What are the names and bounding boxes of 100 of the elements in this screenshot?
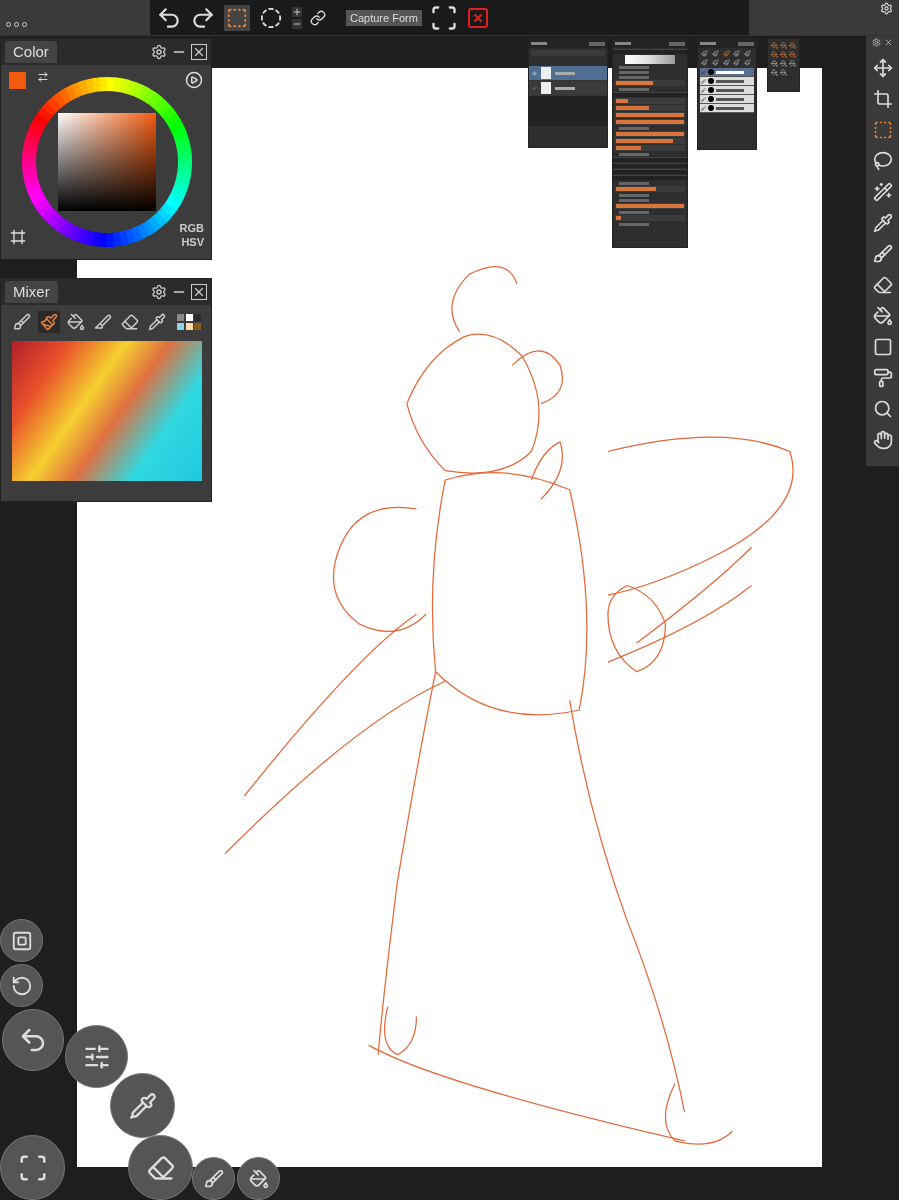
brush-preset-icon[interactable] bbox=[722, 59, 730, 66]
settings-icon[interactable] bbox=[151, 44, 167, 60]
eyedropper-icon[interactable] bbox=[872, 213, 893, 233]
brush-list-item[interactable] bbox=[700, 95, 754, 104]
slider-fill[interactable] bbox=[616, 106, 649, 110]
eyedropper-icon[interactable] bbox=[146, 311, 168, 333]
brush-preset-icon[interactable] bbox=[711, 59, 719, 66]
layer-row[interactable] bbox=[529, 66, 607, 81]
link-icon[interactable] bbox=[310, 9, 326, 26]
slider-fill[interactable] bbox=[616, 120, 684, 124]
brush-list-item[interactable] bbox=[700, 86, 754, 95]
paint-bucket-icon[interactable] bbox=[65, 311, 87, 333]
brush-list-item[interactable] bbox=[700, 104, 754, 113]
magic-wand-icon[interactable] bbox=[872, 182, 893, 202]
plus-icon[interactable] bbox=[292, 6, 302, 17]
tool-icon[interactable] bbox=[771, 60, 778, 67]
tool-icon[interactable] bbox=[780, 51, 787, 58]
close-icon[interactable] bbox=[191, 44, 207, 60]
saturation-value-square[interactable] bbox=[58, 113, 156, 211]
lasso-icon[interactable] bbox=[872, 151, 893, 171]
current-color-swatch[interactable] bbox=[9, 72, 26, 89]
tool-icon[interactable] bbox=[780, 69, 787, 76]
slider-fill[interactable] bbox=[616, 81, 653, 85]
paint-bucket-icon[interactable] bbox=[872, 306, 893, 326]
hand-icon[interactable] bbox=[872, 430, 893, 450]
brush-icon[interactable] bbox=[872, 244, 893, 264]
color-swatch[interactable] bbox=[177, 323, 184, 330]
color-mode-label[interactable]: RGB bbox=[179, 221, 204, 235]
slider-fill[interactable] bbox=[616, 139, 673, 143]
brush-list-item[interactable] bbox=[700, 68, 754, 77]
color-swatch[interactable] bbox=[194, 314, 202, 321]
color-swatch[interactable] bbox=[185, 314, 193, 321]
brush-preset-icon[interactable] bbox=[701, 59, 708, 66]
window-controls-icon[interactable] bbox=[589, 41, 605, 46]
tool-icon[interactable] bbox=[771, 42, 778, 49]
panel-title: Color bbox=[5, 40, 57, 64]
mixing-brush-icon[interactable] bbox=[38, 311, 60, 333]
blurred-label bbox=[716, 79, 744, 83]
slider-fill[interactable] bbox=[616, 99, 628, 103]
move-icon[interactable] bbox=[872, 58, 893, 78]
tool-icon[interactable] bbox=[780, 60, 787, 67]
settings-icon[interactable] bbox=[872, 38, 881, 47]
brush-preset-icon[interactable] bbox=[733, 59, 741, 66]
brush-preset-icon[interactable] bbox=[722, 50, 730, 57]
crop-icon[interactable] bbox=[872, 89, 893, 109]
slider-fill[interactable] bbox=[616, 204, 684, 208]
settings-icon[interactable] bbox=[880, 2, 893, 15]
paint-roller-icon[interactable] bbox=[872, 368, 893, 388]
brush-preset-icon[interactable] bbox=[744, 50, 752, 57]
frame-icon[interactable] bbox=[429, 3, 458, 32]
tool-icon[interactable] bbox=[789, 42, 796, 49]
eraser-icon[interactable] bbox=[119, 311, 141, 333]
tool-icon[interactable] bbox=[789, 51, 796, 58]
close-icon[interactable] bbox=[191, 284, 207, 300]
brush-icon[interactable] bbox=[11, 311, 33, 333]
color-swatch[interactable] bbox=[194, 323, 202, 330]
brush-preset-icon[interactable] bbox=[744, 59, 752, 66]
eraser-icon[interactable] bbox=[872, 275, 893, 295]
brush-preset-icon[interactable] bbox=[701, 50, 708, 57]
tool-icon[interactable] bbox=[771, 69, 778, 76]
color-swatch[interactable] bbox=[177, 314, 184, 321]
window-controls-icon[interactable] bbox=[738, 41, 754, 46]
brush-preset-icon[interactable] bbox=[711, 50, 719, 57]
fit-view-button[interactable] bbox=[0, 919, 43, 962]
brush-list-item[interactable] bbox=[700, 77, 754, 86]
slider-fill[interactable] bbox=[616, 216, 621, 220]
crop-frame-icon[interactable] bbox=[10, 229, 26, 245]
rotate-view-button[interactable] bbox=[0, 964, 43, 1007]
rect-select-icon[interactable] bbox=[872, 120, 893, 140]
brush-preset-icon[interactable] bbox=[733, 50, 741, 57]
blurred-title bbox=[531, 42, 547, 45]
capture-form-button[interactable]: Capture Form bbox=[346, 9, 422, 26]
settings-icon[interactable] bbox=[151, 284, 167, 300]
zoom-icon[interactable] bbox=[872, 399, 893, 419]
blurred-label bbox=[716, 106, 744, 110]
paint-mixing-canvas[interactable] bbox=[12, 341, 202, 481]
window-controls-icon[interactable] bbox=[669, 41, 685, 46]
tool-icon[interactable] bbox=[780, 42, 787, 49]
slider-fill[interactable] bbox=[616, 132, 684, 136]
rotate-icon bbox=[10, 974, 33, 997]
layer-row[interactable] bbox=[529, 81, 607, 96]
tool-icon[interactable] bbox=[771, 51, 778, 58]
minus-icon[interactable] bbox=[292, 18, 302, 29]
slider-fill[interactable] bbox=[616, 146, 641, 150]
color-mode-label[interactable]: HSV bbox=[181, 235, 204, 249]
close-icon[interactable] bbox=[884, 38, 893, 47]
play-icon[interactable] bbox=[185, 71, 203, 89]
layer-thumbnail bbox=[541, 67, 551, 79]
swap-colors-icon[interactable] bbox=[37, 71, 49, 83]
blurred-title bbox=[615, 42, 631, 45]
slider-fill[interactable] bbox=[616, 187, 656, 191]
rect-select-button[interactable] bbox=[224, 4, 250, 31]
slider-fill[interactable] bbox=[616, 113, 684, 117]
tool-icon[interactable] bbox=[789, 60, 796, 67]
eyedropper-icon bbox=[128, 1091, 157, 1120]
check-icon[interactable] bbox=[532, 85, 537, 91]
color-swatch[interactable] bbox=[185, 323, 193, 330]
bucket-button[interactable] bbox=[237, 1157, 280, 1200]
clear-selection-icon[interactable] bbox=[465, 5, 490, 30]
brush-button[interactable] bbox=[192, 1157, 235, 1200]
